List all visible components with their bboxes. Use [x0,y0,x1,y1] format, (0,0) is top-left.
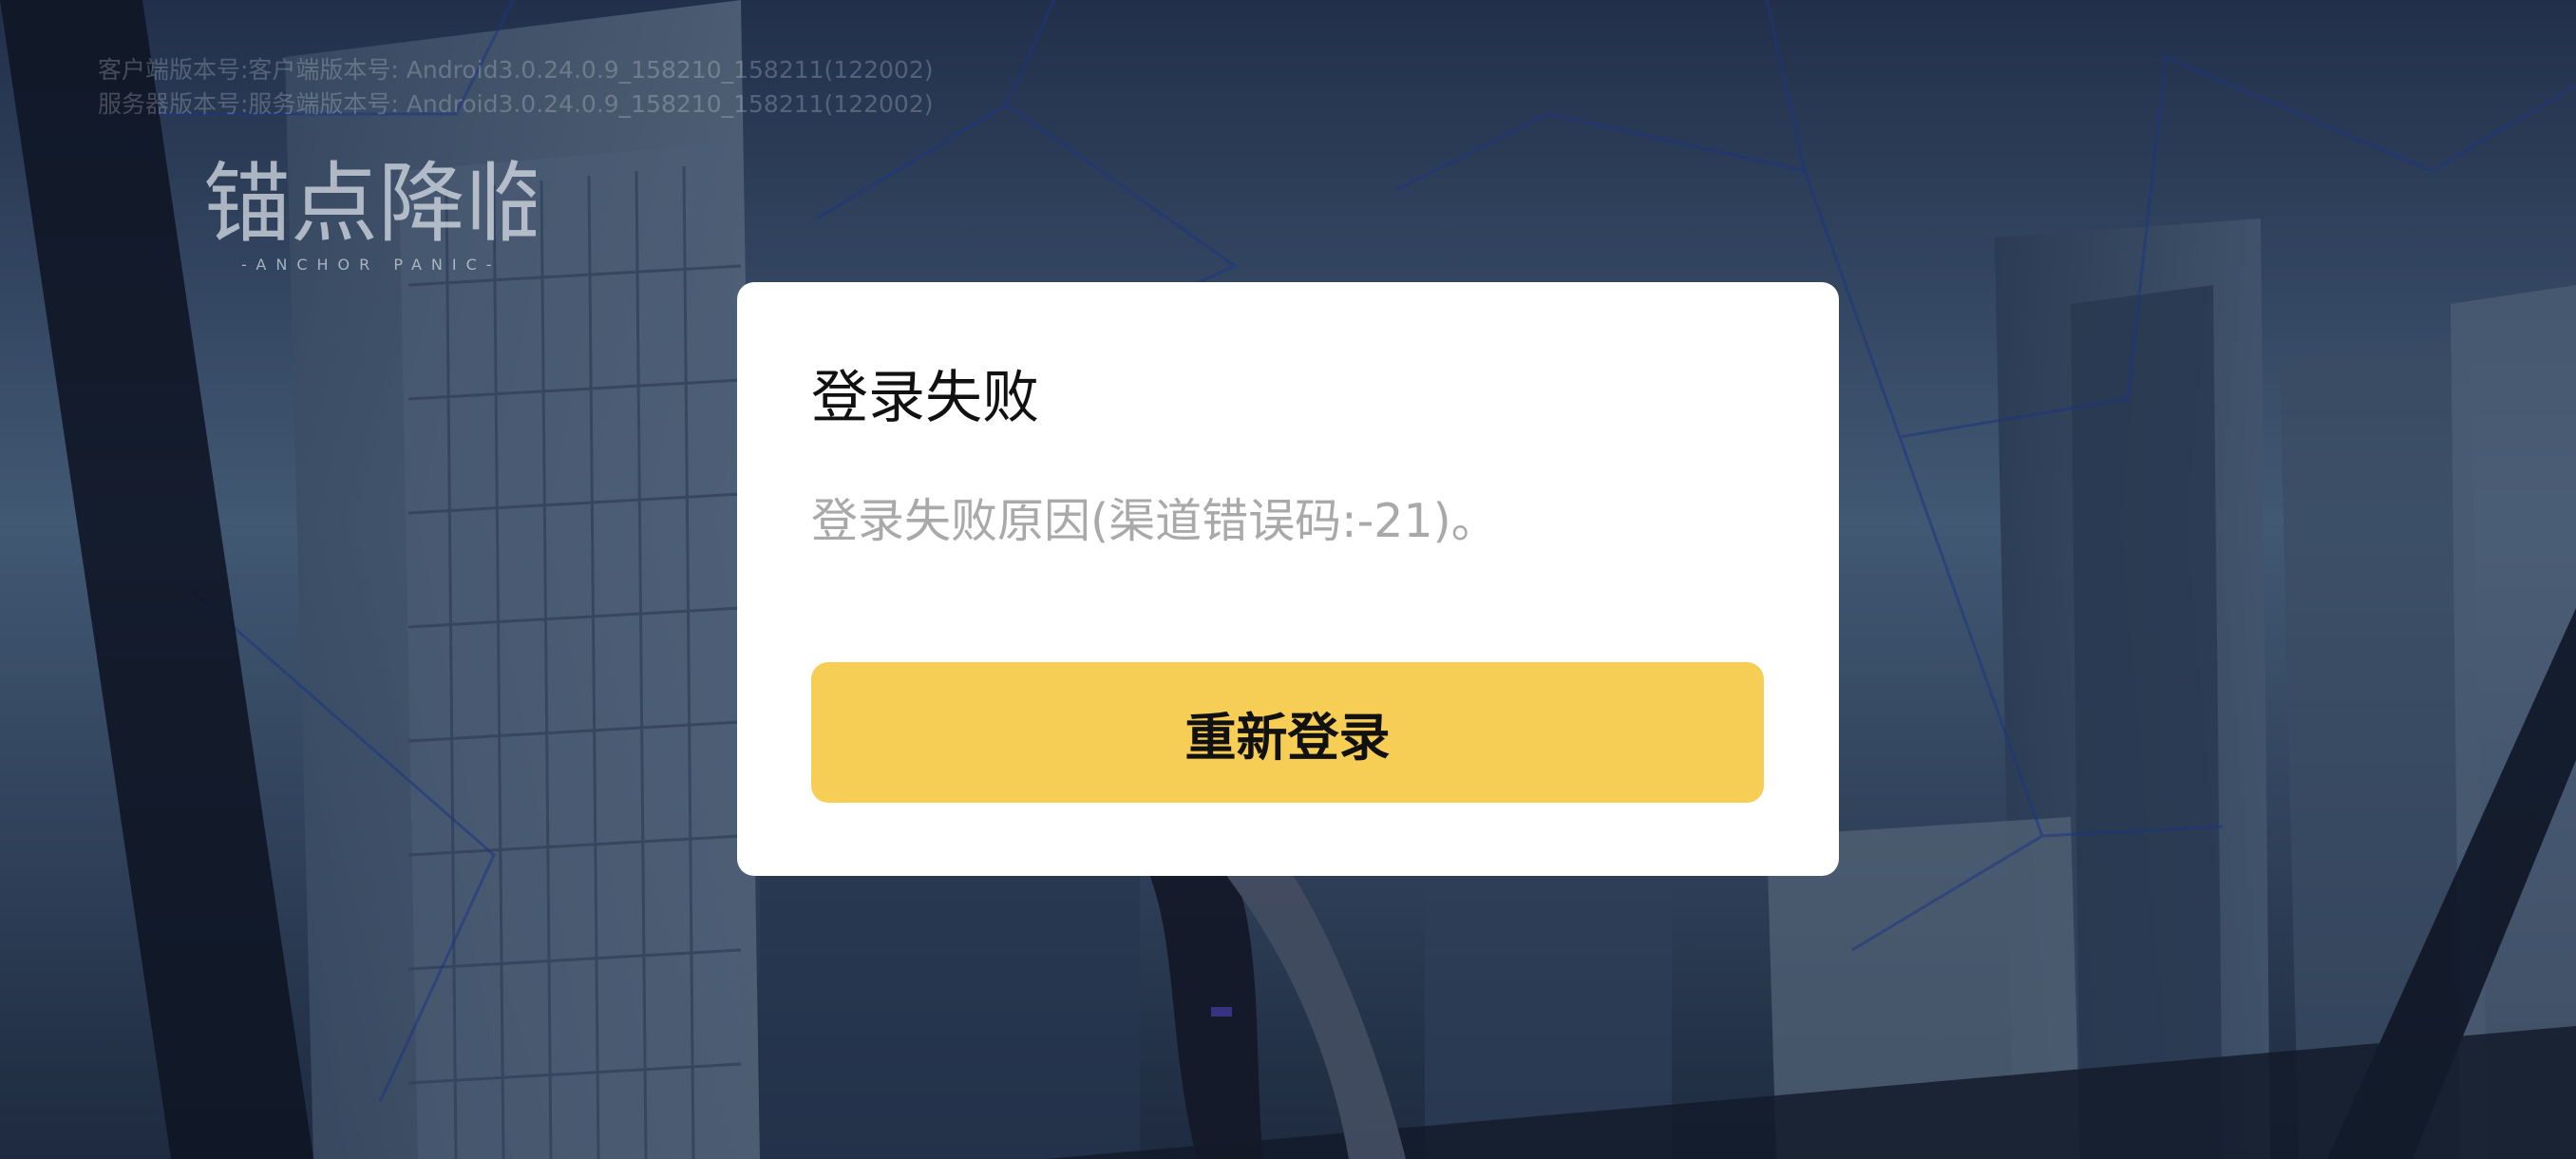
relogin-button-label: 重新登录 [1184,707,1391,768]
game-screen: 客户端版本号:客户端版本号: Android3.0.24.0.9_158210_… [0,0,2576,1159]
server-version-text: 服务器版本号:服务端版本号: Android3.0.24.0.9_158210_… [98,90,934,118]
logo-subtitle: -ANCHOR PANIC- [241,256,502,274]
dialog-error-message: 登录失败原因(渠道错误码:-21)。 [811,494,1498,548]
relogin-button[interactable]: 重新登录 [811,662,1764,803]
version-info: 客户端版本号:客户端版本号: Android3.0.24.0.9_158210_… [98,53,933,122]
client-version-text: 客户端版本号:客户端版本号: Android3.0.24.0.9_158210_… [98,56,934,84]
logo-title: 锚点降临 [203,153,536,255]
login-failed-dialog: 登录失败 登录失败原因(渠道错误码:-21)。 重新登录 [737,282,1839,876]
game-logo: 锚点降临 -ANCHOR PANIC- [203,153,536,274]
dialog-title: 登录失败 [811,365,1039,431]
